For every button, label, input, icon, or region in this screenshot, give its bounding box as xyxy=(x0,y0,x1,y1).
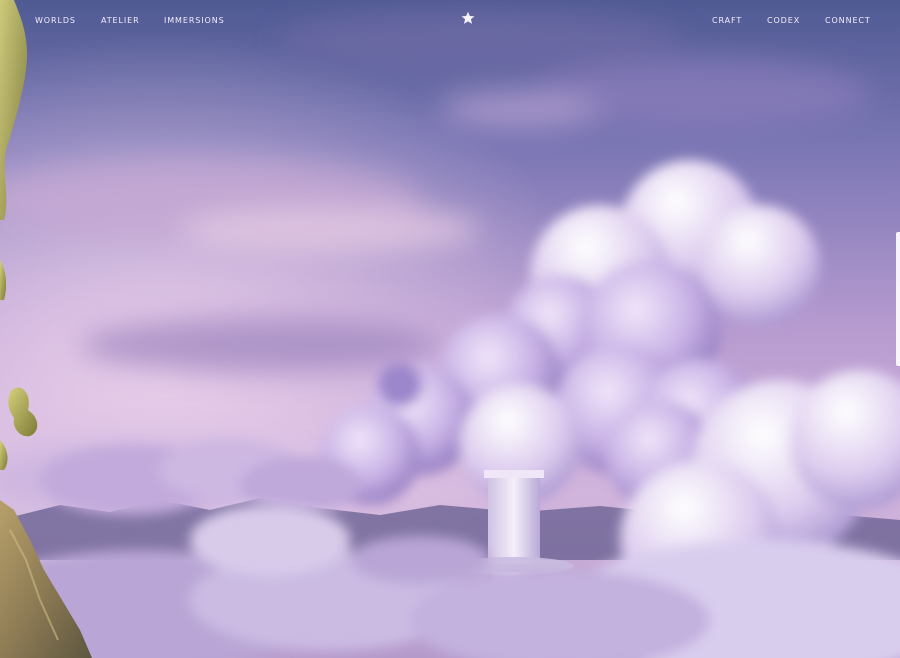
top-navigation: WORLDS ATELIER IMMERSIONS CRAFT CODEX CO… xyxy=(0,0,900,44)
star-icon[interactable] xyxy=(461,11,475,25)
nav-link-atelier[interactable]: ATELIER xyxy=(101,16,140,25)
hero-scene: WORLDS ATELIER IMMERSIONS CRAFT CODEX CO… xyxy=(0,0,900,658)
nav-link-worlds[interactable]: WORLDS xyxy=(35,16,76,25)
nav-link-connect[interactable]: CONNECT xyxy=(825,16,871,25)
nav-link-codex[interactable]: CODEX xyxy=(767,16,800,25)
cloudscape-background xyxy=(0,0,900,658)
nav-link-immersions[interactable]: IMMERSIONS xyxy=(164,16,225,25)
side-scroll-indicator[interactable] xyxy=(896,232,900,366)
nav-link-craft[interactable]: CRAFT xyxy=(712,16,742,25)
